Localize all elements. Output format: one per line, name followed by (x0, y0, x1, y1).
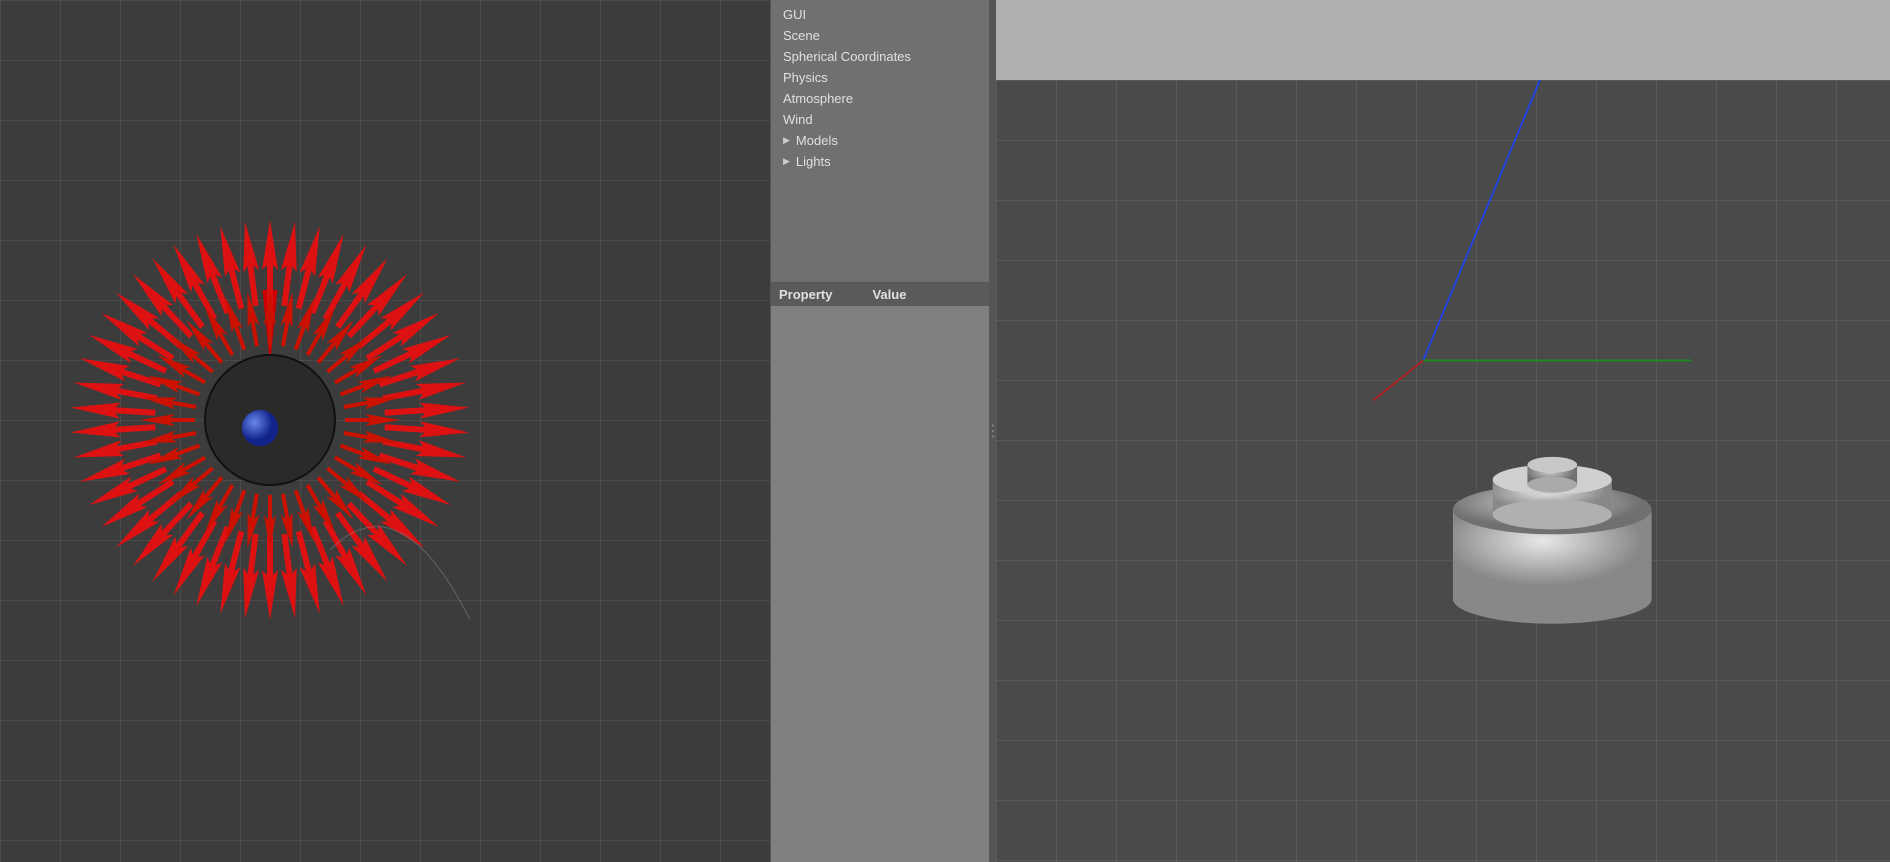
properties-header: Property Value (771, 283, 989, 306)
tree-item-models[interactable]: Models (771, 130, 989, 151)
right-viewport-toolbar (996, 0, 1890, 80)
properties-body (771, 306, 989, 862)
right-3d-viewport[interactable] (996, 0, 1890, 862)
properties-section: Property Value (771, 282, 989, 862)
wind-visualization-svg (0, 0, 770, 862)
tree-item-scene[interactable]: Scene (771, 25, 989, 46)
properties-panel: GUI Scene Spherical Coordinates Physics … (770, 0, 990, 862)
property-col-header: Property (779, 287, 832, 302)
value-col-header: Value (872, 287, 906, 302)
tree-item-gui[interactable]: GUI (771, 4, 989, 25)
tree-item-spherical-coordinates[interactable]: Spherical Coordinates (771, 46, 989, 67)
tree-item-physics[interactable]: Physics (771, 67, 989, 88)
left-3d-viewport[interactable] (0, 0, 770, 862)
tree-item-lights[interactable]: Lights (771, 151, 989, 172)
right-viewport-svg (996, 0, 1890, 862)
tree-item-wind[interactable]: Wind (771, 109, 989, 130)
tree-item-atmosphere[interactable]: Atmosphere (771, 88, 989, 109)
scene-tree: GUI Scene Spherical Coordinates Physics … (771, 0, 989, 282)
